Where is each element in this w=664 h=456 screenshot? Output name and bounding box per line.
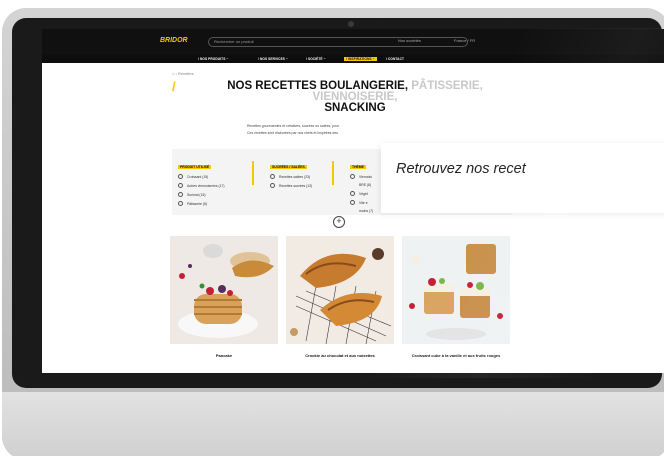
filter-title: SUCRÉES / SALÉES	[270, 165, 307, 169]
radio-icon[interactable]	[270, 183, 275, 188]
radio-icon[interactable]	[178, 192, 183, 197]
nav-services[interactable]: / NOS SERVICES ~	[258, 57, 288, 61]
main-nav: / NOS PRODUITS ~ / NOS SERVICES ~ / SOCI…	[42, 55, 664, 63]
pancake-image[interactable]	[170, 236, 278, 344]
filter-title: THÈME	[350, 165, 366, 169]
title-part-3: SNACKING	[324, 102, 386, 114]
filter-option: moins (7)	[359, 209, 374, 213]
filter-option[interactable]: Croissant (15)	[178, 174, 225, 179]
filter-option[interactable]: Surimal (15)	[178, 192, 225, 197]
recipe-title[interactable]: Pancake	[170, 353, 278, 359]
filter-title: PRODUIT UTILISÉ	[178, 165, 212, 169]
filter-option[interactable]: Vite e	[350, 200, 373, 205]
filter-divider	[332, 161, 334, 185]
filter-sweet-salty: SUCRÉES / SALÉES Recettes salées (23) Re…	[270, 155, 312, 192]
filter-divider	[252, 161, 254, 185]
heading-slash: /	[172, 79, 176, 94]
filter-option[interactable]: Viennois	[350, 174, 373, 179]
search-input[interactable]: Rechercher un produit	[208, 37, 468, 47]
radio-icon[interactable]	[178, 201, 183, 206]
societies-link[interactable]: Nos sociétés	[398, 38, 421, 43]
banner-text: Retrouvez nos recet	[396, 161, 526, 177]
breadcrumb[interactable]: ⌂ › Recettes	[172, 71, 194, 76]
nav-products[interactable]: / NOS PRODUITS ~	[198, 57, 228, 61]
recipe-title[interactable]: Crookie au chocolat et aux noisettes	[286, 353, 394, 359]
browser-screen: BRIDOR Rechercher un produit Nos société…	[42, 29, 664, 373]
radio-icon[interactable]	[350, 200, 355, 205]
croissant-cube-image[interactable]	[402, 236, 510, 344]
intro-line-2: Ces recettes sont élaborées par nos chef…	[247, 131, 339, 135]
page-title: NOS RECETTES BOULANGERIE, PÂTISSERIE, VI…	[185, 80, 525, 114]
overlay-banner: Retrouvez nos recet	[381, 143, 664, 213]
recipe-card-croissant-cube[interactable]: Croissant cube à la vanille et aux fruit…	[402, 236, 510, 373]
radio-icon[interactable]	[350, 191, 355, 196]
recipe-title[interactable]: Croissant cube à la vanille et aux fruit…	[402, 353, 510, 359]
nav-inspirations[interactable]: / INSPIRATIONS ~	[344, 57, 377, 61]
radio-icon[interactable]	[178, 174, 183, 179]
intro-line-1: Recettes gourmandes et créatives, sucrée…	[247, 124, 340, 128]
filter-option[interactable]: Végét	[350, 191, 373, 196]
top-bar: BRIDOR Rechercher un produit Nos société…	[42, 29, 664, 55]
filter-option[interactable]: Recettes salées (23)	[270, 174, 312, 179]
filter-option[interactable]: Recettes sucrées (13)	[270, 183, 312, 188]
plus-icon[interactable]: +	[333, 216, 345, 228]
filter-option: BRE (8)	[359, 183, 372, 187]
radio-icon[interactable]	[178, 183, 183, 188]
nav-company[interactable]: / SOCIÉTÉ ~	[306, 57, 326, 61]
radio-icon[interactable]	[270, 174, 275, 179]
camera-icon	[348, 21, 354, 27]
recipe-card-crookie[interactable]: Crookie au chocolat et aux noisettes	[286, 236, 394, 373]
imac-chin	[2, 392, 664, 456]
locale-select[interactable]: France / FR	[454, 38, 475, 43]
filter-option[interactable]: Pâtisserie (8)	[178, 201, 225, 206]
radio-icon[interactable]	[350, 174, 355, 179]
filter-option[interactable]: Autres viennoiseries (17)	[178, 183, 225, 188]
filter-product: PRODUIT UTILISÉ Croissant (15) Autres vi…	[178, 155, 225, 210]
recipe-card-pancake[interactable]: Pancake	[170, 236, 278, 373]
crookie-image[interactable]	[286, 236, 394, 344]
brand-logo[interactable]: BRIDOR	[160, 37, 190, 51]
nav-contact[interactable]: / CONTACT	[386, 57, 404, 61]
filter-theme: THÈME Viennois BRE (8) Végét Vite e moin…	[350, 155, 373, 217]
